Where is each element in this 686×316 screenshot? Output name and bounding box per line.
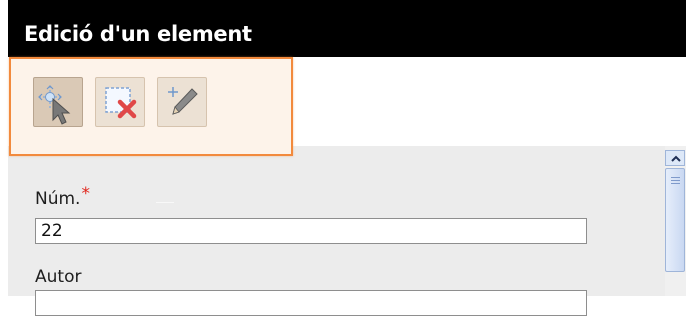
pencil-add-icon: [168, 87, 198, 115]
author-input[interactable]: [35, 290, 587, 316]
num-label-text: Núm.: [35, 189, 81, 209]
scroll-thumb[interactable]: [665, 168, 685, 272]
window-title: Edició d'un element: [24, 22, 252, 46]
delete-selection-icon: [105, 87, 137, 119]
grip-line: [671, 183, 680, 184]
divider: [156, 202, 174, 203]
edit-toolbar: [9, 57, 293, 156]
author-label: Autor: [35, 267, 82, 287]
chevron-up-icon: [671, 155, 681, 162]
select-element-button[interactable]: [33, 77, 83, 127]
vertical-scrollbar[interactable]: [665, 146, 686, 296]
edit-element-button[interactable]: [157, 77, 207, 127]
scroll-up-button[interactable]: [665, 150, 685, 166]
delete-element-button[interactable]: [95, 77, 145, 127]
num-input[interactable]: [35, 218, 587, 244]
select-arrow-icon: [38, 85, 71, 125]
form-panel: Núm.* Autor: [8, 146, 665, 316]
required-marker: *: [81, 184, 90, 204]
window-title-bar: Edició d'un element: [8, 0, 686, 57]
grip-line: [671, 180, 680, 181]
grip-line: [671, 177, 680, 178]
num-label: Núm.*: [35, 184, 90, 209]
